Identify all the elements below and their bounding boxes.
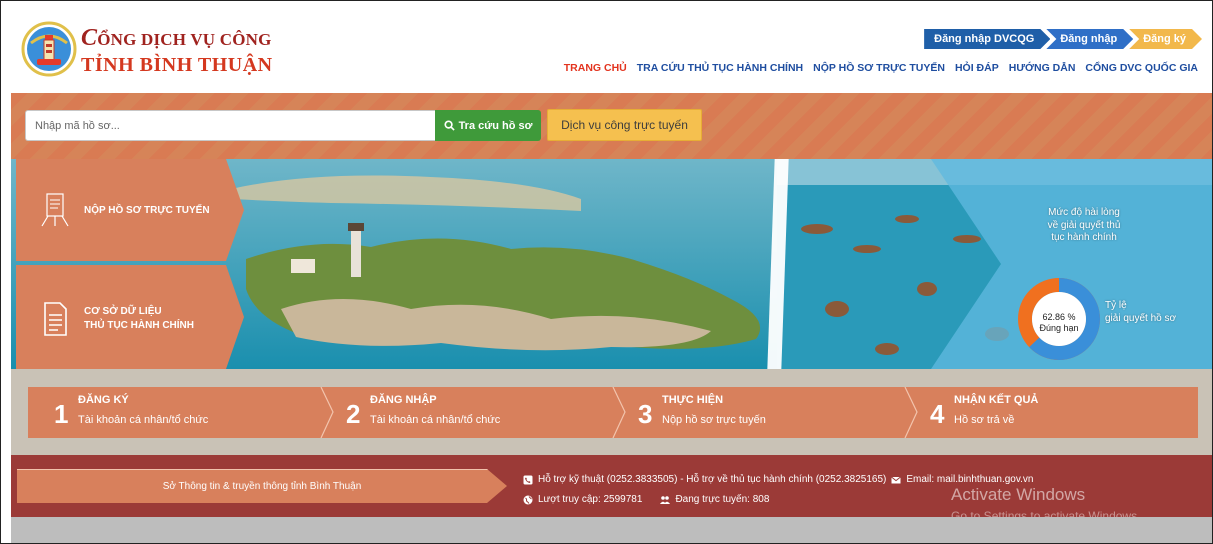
search-button[interactable]: Tra cứu hồ sơ [435, 110, 541, 141]
mail-icon [891, 476, 902, 484]
step-title: ĐĂNG KÝ [78, 394, 129, 406]
step-register[interactable]: 1 ĐĂNG KÝ Tài khoản cá nhân/tổ chức [28, 387, 320, 438]
online-count: Đang trực tuyến: 808 [675, 494, 770, 505]
online-service-button[interactable]: Dịch vụ công trực tuyến [547, 109, 702, 141]
step-perform[interactable]: 3 THỰC HIỆN Nộp hồ sơ trực tuyến [612, 387, 904, 438]
procedure-database-card[interactable]: CƠ SỞ DỮ LIỆU THỦ TỤC HÀNH CHÍNH [16, 265, 244, 369]
visit-count: Lượt truy cập: 2599781 [538, 494, 643, 505]
brand-line2: TỈNH BÌNH THUẬN [81, 54, 273, 76]
submit-online-card[interactable]: NỘP HỒ SƠ TRỰC TUYẾN [16, 159, 244, 261]
database-label-line2: THỦ TỤC HÀNH CHÍNH [84, 320, 194, 331]
nav-guide[interactable]: HƯỚNG DẪN [1009, 62, 1076, 74]
satisfaction-title-line1: Mức độ hài lòng [1048, 207, 1120, 218]
step-description: Nộp hồ sơ trực tuyến [662, 414, 766, 426]
step-description: Tài khoản cá nhân/tổ chức [78, 414, 209, 426]
search-band: Tra cứu hồ sơ Dịch vụ công trực tuyến [11, 93, 1212, 159]
search-button-label: Tra cứu hồ sơ [458, 119, 533, 132]
nav-home[interactable]: TRANG CHỦ [564, 62, 627, 74]
support-phones: Hỗ trợ kỹ thuật (0252.3833505) - Hỗ trợ … [538, 474, 887, 485]
brand-title[interactable]: CỔNG DỊCH VỤ CÔNG TỈNH BÌNH THUẬN [81, 25, 273, 77]
bottom-strip [11, 517, 1212, 543]
step-description: Tài khoản cá nhân/tổ chức [370, 414, 501, 426]
step-title: ĐĂNG NHẬP [370, 394, 437, 406]
steps-bar: 1 ĐĂNG KÝ Tài khoản cá nhân/tổ chức 2 ĐĂ… [28, 387, 1198, 438]
brand-line1: ỔNG DỊCH VỤ CÔNG [97, 30, 272, 49]
satisfaction-title-line3: tục hành chính [1051, 232, 1117, 243]
login-button[interactable]: Đăng nhập [1046, 29, 1133, 49]
search-input[interactable] [25, 110, 435, 141]
auth-buttons: Đăng nhập DVCQG Đăng nhập Đăng ký [928, 29, 1202, 49]
phone-icon [523, 475, 533, 485]
submit-online-label: NỘP HỒ SƠ TRỰC TUYẾN [84, 205, 210, 216]
document-stand-icon [41, 193, 69, 227]
search-icon [444, 120, 455, 131]
login-dvcqg-button[interactable]: Đăng nhập DVCQG [924, 29, 1050, 49]
steps-band: 1 ĐĂNG KÝ Tài khoản cá nhân/tổ chức 2 ĐĂ… [11, 369, 1212, 455]
nav-national-portal[interactable]: CỔNG DVC QUỐC GIA [1085, 62, 1198, 74]
step-number: 2 [346, 399, 361, 429]
ratio-line2: giải quyết hồ sơ [1105, 313, 1177, 324]
step-number: 3 [638, 399, 653, 429]
nav-procedures[interactable]: TRA CỨU THỦ TỤC HÀNH CHÍNH [637, 62, 803, 74]
on-time-percent: 62.86 % [1042, 312, 1076, 322]
step-login[interactable]: 2 ĐĂNG NHẬP Tài khoản cá nhân/tổ chức [320, 387, 612, 438]
step-title: NHẬN KẾT QUẢ [954, 394, 1039, 406]
resolution-ratio-label: Tỷ lệ giải quyết hồ sơ [1105, 299, 1176, 325]
document-list-icon [44, 302, 67, 336]
on-time-label: Đúng hạn [1039, 323, 1079, 333]
emblem-logo[interactable] [21, 21, 77, 77]
database-label-line1: CƠ SỞ DỮ LIỆU [84, 306, 162, 317]
footer: Sở Thông tin & truyền thông tỉnh Bình Th… [11, 455, 1212, 523]
satisfaction-title: Mức độ hài lòng về giải quyết thủ tục hà… [1029, 207, 1139, 245]
footer-organization[interactable]: Sở Thông tin & truyền thông tỉnh Bình Th… [17, 469, 507, 503]
step-number: 1 [54, 399, 69, 429]
step-receive-result[interactable]: 4 NHẬN KẾT QUẢ Hồ sơ trả về [904, 387, 1196, 438]
ratio-line1: Tỷ lệ [1105, 300, 1127, 311]
step-description: Hồ sơ trả về [954, 414, 1015, 426]
step-title: THỰC HIỆN [662, 394, 724, 406]
step-number: 4 [930, 399, 945, 429]
donut-label: 62.86 % Đúng hạn [1031, 312, 1087, 334]
globe-icon [523, 495, 533, 505]
header: CỔNG DỊCH VỤ CÔNG TỈNH BÌNH THUẬN Đăng n… [1, 1, 1212, 93]
activate-windows-title: Activate Windows [951, 485, 1086, 504]
nav-submit-online[interactable]: NỘP HỒ SƠ TRỰC TUYẾN [813, 62, 945, 74]
main-nav: TRANG CHỦ TRA CỨU THỦ TỤC HÀNH CHÍNH NỘP… [564, 62, 1198, 74]
nav-faq[interactable]: HỎI ĐÁP [955, 62, 999, 74]
users-icon [660, 496, 671, 504]
brand-initial: C [81, 25, 98, 51]
register-button[interactable]: Đăng ký [1129, 29, 1202, 49]
satisfaction-title-line2: về giải quyết thủ [1047, 219, 1121, 231]
page: CỔNG DỊCH VỤ CÔNG TỈNH BÌNH THUẬN Đăng n… [0, 0, 1213, 544]
